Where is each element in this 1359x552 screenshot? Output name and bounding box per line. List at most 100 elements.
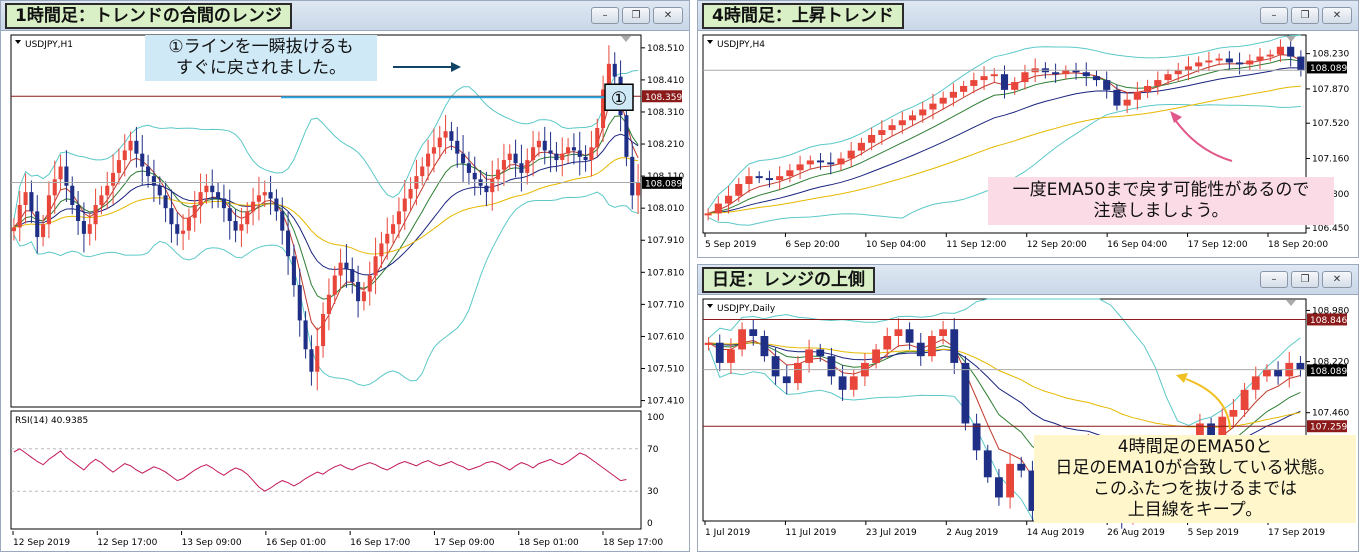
bear-candle	[151, 176, 156, 186]
time-label: 5 Sep 2019	[705, 240, 757, 250]
restore-button[interactable]: ❐	[622, 7, 650, 24]
bull-candle	[315, 346, 320, 372]
time-label: 18 Sep 17:00	[603, 538, 663, 548]
h1-title: 1時間足：トレンドの合間のレンジ	[5, 3, 292, 29]
bull-candle	[636, 182, 641, 196]
bull-candle	[1251, 376, 1260, 390]
price-level-label: 107.510	[647, 365, 684, 375]
close-button[interactable]: ✕	[653, 7, 683, 24]
price-level-label: 108.010	[647, 204, 684, 214]
bear-candle	[554, 153, 559, 161]
close-button[interactable]: ✕	[1322, 7, 1352, 24]
bull-candle	[805, 349, 813, 363]
bear-candle	[1225, 58, 1233, 63]
time-label: 17 Sep 2019	[1268, 528, 1325, 538]
bull-candle	[262, 192, 267, 196]
price-level-label: 106.450	[1312, 224, 1349, 234]
bear-candle	[350, 269, 355, 282]
bull-candle	[46, 195, 51, 225]
bear-candle	[70, 185, 75, 205]
bear-candle	[571, 147, 576, 151]
bull-candle	[589, 147, 594, 161]
bear-candle	[816, 160, 825, 163]
bull-candle	[878, 130, 886, 135]
daily-chart-window[interactable]: 日足：レンジの上側 – ❐ ✕ USDJPY,Daily 108.980 108.2…	[697, 264, 1359, 552]
bull-candle	[980, 76, 988, 81]
time-label: 6 Sep 20:00	[785, 240, 840, 250]
restore-button[interactable]: ❐	[1291, 7, 1319, 24]
time-label: 2 Aug 2019	[946, 528, 998, 538]
bull-candle	[391, 224, 396, 234]
bull-candle	[928, 336, 936, 357]
bear-candle	[972, 423, 981, 451]
bull-candle	[408, 188, 413, 199]
bear-candle	[297, 285, 302, 321]
daily-titlebar[interactable]: 日足：レンジの上側 – ❐ ✕	[698, 265, 1358, 295]
bull-candle	[1174, 70, 1182, 75]
bear-candle	[163, 195, 168, 209]
bear-candle	[782, 376, 791, 384]
bear-candle	[715, 342, 724, 363]
bear-candle	[577, 150, 582, 157]
minimize-button[interactable]: –	[591, 7, 619, 24]
bull-candle	[1154, 80, 1162, 86]
bull-candle	[385, 233, 390, 244]
close-button[interactable]: ✕	[1322, 271, 1352, 288]
bear-candle	[755, 176, 763, 179]
bear-candle	[344, 262, 349, 270]
bull-candle	[1266, 54, 1274, 57]
bull-candle	[794, 362, 802, 384]
bull-candle	[431, 147, 436, 154]
bull-candle	[970, 80, 978, 86]
bull-candle	[1006, 463, 1014, 498]
time-label: 1 Jul 2019	[705, 528, 750, 538]
daily-annotation-line-2: 日足のEMA10が合致している状態。	[1055, 458, 1335, 478]
bear-candle	[268, 192, 273, 199]
bear-candle	[466, 163, 471, 173]
bull-candle	[204, 185, 209, 193]
bull-candle	[1246, 60, 1254, 65]
restore-button[interactable]: ❐	[1291, 271, 1319, 288]
bear-candle	[1235, 62, 1244, 65]
price-level-label: 107.410	[647, 397, 684, 407]
bull-candle	[373, 256, 378, 276]
bull-candle	[426, 153, 431, 167]
bull-candle	[251, 201, 256, 212]
bear-candle	[1287, 46, 1295, 57]
bull-candle	[1062, 70, 1070, 75]
price-tag-label: 108.089	[1310, 64, 1347, 74]
plot-frame	[10, 34, 642, 408]
bull-candle	[11, 227, 16, 232]
time-label: 18 Sep 20:00	[1268, 240, 1328, 250]
bull-candle	[536, 140, 541, 148]
bear-candle	[950, 329, 959, 363]
price-level-label: 108.210	[647, 140, 684, 150]
bull-candle	[960, 85, 968, 92]
bull-candle	[704, 342, 713, 345]
bear-candle	[461, 153, 466, 164]
bull-candle	[837, 158, 845, 165]
bear-candle	[1113, 89, 1121, 106]
bull-candle	[490, 179, 495, 193]
bull-candle	[105, 185, 110, 196]
bull-candle	[1263, 369, 1271, 377]
h1-chart-svg[interactable]: USDJPY,H1 108.510 108.410 108.310 108.210 108…	[1, 31, 690, 552]
h1-chart-window[interactable]: 1時間足：トレンドの合間のレンジ – ❐ ✕ USDJPY,H1 108.510 1…	[0, 0, 690, 552]
bear-candle	[816, 349, 825, 357]
time-label: 23 Jul 2019	[866, 528, 917, 538]
bull-candle	[245, 211, 250, 225]
bear-candle	[838, 376, 847, 390]
minimize-button[interactable]: –	[1260, 271, 1288, 288]
h4-titlebar[interactable]: 4時間足：上昇トレンド – ❐ ✕	[698, 1, 1358, 31]
daily-annotation: 4時間足のEMA50と 日足のEMA10が合致している状態。 このふたつを抜ける…	[1034, 435, 1356, 523]
bear-candle	[624, 115, 629, 157]
bull-candle	[367, 275, 372, 292]
h1-titlebar[interactable]: 1時間足：トレンドの合間のレンジ – ❐ ✕	[1, 1, 689, 31]
bull-candle	[1256, 56, 1264, 61]
h4-chart-window[interactable]: 4時間足：上昇トレンド – ❐ ✕ USDJPY,H4 108.230 107.87…	[697, 0, 1359, 258]
minimize-button[interactable]: –	[1260, 7, 1288, 24]
time-label: 17 Sep 09:00	[434, 538, 494, 548]
bull-candle	[198, 192, 203, 205]
bull-candle	[1144, 85, 1152, 92]
bull-candle	[1021, 72, 1029, 83]
